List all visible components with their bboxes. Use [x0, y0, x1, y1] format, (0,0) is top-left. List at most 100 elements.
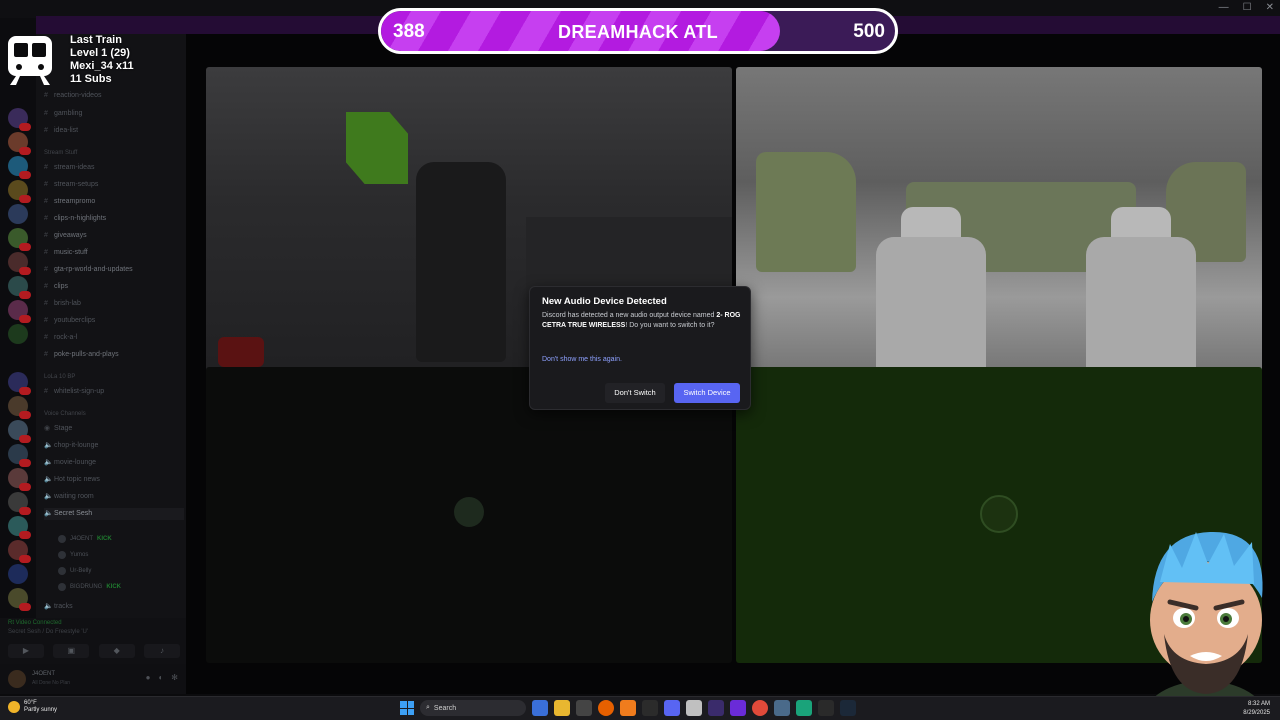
dont-switch-button[interactable]: Don't Switch — [605, 383, 665, 403]
video-tile[interactable] — [206, 367, 732, 663]
server-icon[interactable] — [8, 132, 31, 155]
discord-icon[interactable] — [664, 700, 680, 716]
taskbar-search[interactable]: ⌕ Search — [420, 700, 526, 716]
maximize-icon[interactable]: ☐ — [1243, 2, 1252, 13]
minimize-icon[interactable]: — — [1219, 2, 1229, 13]
voice-channel[interactable]: 🔈tracks — [44, 601, 184, 613]
server-icon[interactable] — [8, 108, 31, 131]
server-icon[interactable] — [8, 300, 31, 323]
close-icon[interactable]: ✕ — [1266, 2, 1274, 13]
voice-location[interactable]: Secret Sesh / Do Freestyle 'U' — [8, 629, 88, 635]
server-icon[interactable] — [8, 516, 31, 539]
server-icon[interactable] — [8, 276, 31, 299]
channel-item[interactable]: # stream-setups — [44, 179, 184, 191]
stats-line: 11 Subs — [70, 73, 112, 85]
stage-channel[interactable]: ◉ Stage — [44, 423, 184, 435]
server-icon[interactable] — [8, 180, 31, 203]
window-controls: — ☐ ✕ — [1219, 2, 1274, 13]
stats-line: Last Train — [70, 34, 122, 46]
server-icon[interactable] — [8, 228, 31, 251]
channel-label: movie-lounge — [54, 459, 97, 466]
steam-icon[interactable] — [840, 700, 856, 716]
category-header[interactable]: Voice Channels — [44, 411, 86, 417]
server-icon[interactable] — [8, 444, 31, 467]
channel-item[interactable]: # gta-rp-world-and-updates — [44, 264, 184, 276]
channel-item[interactable]: # reaction-videos — [44, 90, 184, 102]
server-icon[interactable] — [8, 372, 31, 395]
channel-item[interactable]: # gambling — [44, 108, 184, 120]
channel-item[interactable]: # music-stuff — [44, 247, 184, 259]
channel-item[interactable]: # stream-ideas — [44, 162, 184, 174]
category-header[interactable]: Stream Stuff — [44, 150, 77, 156]
server-icon[interactable] — [8, 204, 28, 224]
channel-item[interactable]: # poke-pulls-and-plays — [44, 349, 184, 361]
avatar[interactable] — [8, 670, 26, 688]
channel-label: whitelist-sign-up — [54, 388, 105, 395]
server-icon[interactable] — [8, 540, 31, 563]
gear-icon[interactable]: ✻ — [171, 673, 178, 682]
voice-user-name: BIGDRUNG — [70, 584, 103, 590]
server-icon[interactable] — [8, 396, 31, 419]
voice-channel[interactable]: 🔈Hot topic news — [44, 474, 184, 486]
channel-label: stream-setups — [54, 181, 99, 188]
channel-label: waiting room — [54, 493, 94, 500]
chrome-icon[interactable] — [752, 700, 768, 716]
voice-channel[interactable]: 🔈chop-it-lounge — [44, 440, 184, 452]
app-icon[interactable] — [708, 700, 724, 716]
server-icon[interactable] — [8, 588, 31, 611]
app-icon[interactable] — [730, 700, 746, 716]
participant-avatar — [980, 495, 1018, 533]
channel-item[interactable]: # idea-list — [44, 125, 184, 137]
activity-button[interactable]: ◆ — [98, 644, 135, 658]
channel-item[interactable]: # clips-n-highlights — [44, 213, 184, 225]
voice-user[interactable]: J4OENT KICK — [58, 535, 112, 543]
firefox-icon[interactable] — [598, 700, 614, 716]
headphones-icon[interactable]: ◐ — [158, 673, 163, 682]
voice-user[interactable]: Ur-Belly — [58, 567, 91, 575]
server-icon[interactable] — [8, 492, 31, 515]
video-tile[interactable] — [736, 67, 1262, 396]
obs-icon[interactable] — [576, 700, 592, 716]
app-icon[interactable] — [686, 700, 702, 716]
channel-item[interactable]: # whitelist-sign-up — [44, 386, 184, 398]
mic-icon[interactable]: ● — [146, 673, 151, 682]
weather-condition: Partly sunny — [24, 707, 58, 713]
channel-item[interactable]: # rock-a-l — [44, 332, 184, 344]
server-icon[interactable] — [8, 420, 31, 443]
server-icon[interactable] — [8, 252, 31, 275]
soundboard-button[interactable]: ♪ — [143, 644, 180, 658]
voice-channel[interactable]: 🔈movie-lounge — [44, 457, 184, 469]
app-icon[interactable] — [642, 700, 658, 716]
weather-widget[interactable]: 60°F Partly sunny — [8, 700, 57, 714]
screenshare-button[interactable]: ▣ — [53, 644, 90, 658]
app-icon[interactable] — [620, 700, 636, 716]
channel-item[interactable]: # youtuberclips — [44, 315, 184, 327]
app-icon[interactable] — [818, 700, 834, 716]
server-icon[interactable] — [8, 156, 31, 179]
channel-item[interactable]: # clips — [44, 281, 184, 293]
channel-item[interactable]: # giveaways — [44, 230, 184, 242]
file-explorer-icon[interactable] — [554, 700, 570, 716]
app-icon[interactable] — [774, 700, 790, 716]
channel-item[interactable]: # brish-lab — [44, 298, 184, 310]
server-icon[interactable] — [8, 564, 28, 584]
copilot-icon[interactable] — [532, 700, 548, 716]
channel-label: music-stuff — [54, 249, 88, 256]
category-header[interactable]: LoLa 10 BP — [44, 374, 75, 380]
voice-channel-active[interactable]: 🔈Secret Sesh — [44, 508, 184, 520]
voice-user[interactable]: BIGDRUNG KICK — [58, 583, 121, 591]
taskbar-clock[interactable]: 8:32 AM 8/29/2025 — [1243, 700, 1270, 718]
voice-user[interactable]: Yumos — [58, 551, 88, 559]
server-icon[interactable] — [8, 324, 28, 344]
voice-channel[interactable]: 🔈waiting room — [44, 491, 184, 503]
weather-temp: 60°F — [24, 700, 37, 706]
camera-button[interactable]: ▶ — [8, 644, 44, 658]
windows-start-icon[interactable] — [400, 701, 414, 715]
red-object — [218, 337, 264, 367]
avatar — [58, 567, 66, 575]
channel-item[interactable]: # streampromo — [44, 196, 184, 208]
dont-show-again-link[interactable]: Don't show me this again. — [542, 356, 622, 363]
app-icon[interactable] — [796, 700, 812, 716]
server-icon[interactable] — [8, 468, 31, 491]
switch-device-button[interactable]: Switch Device — [674, 383, 740, 403]
